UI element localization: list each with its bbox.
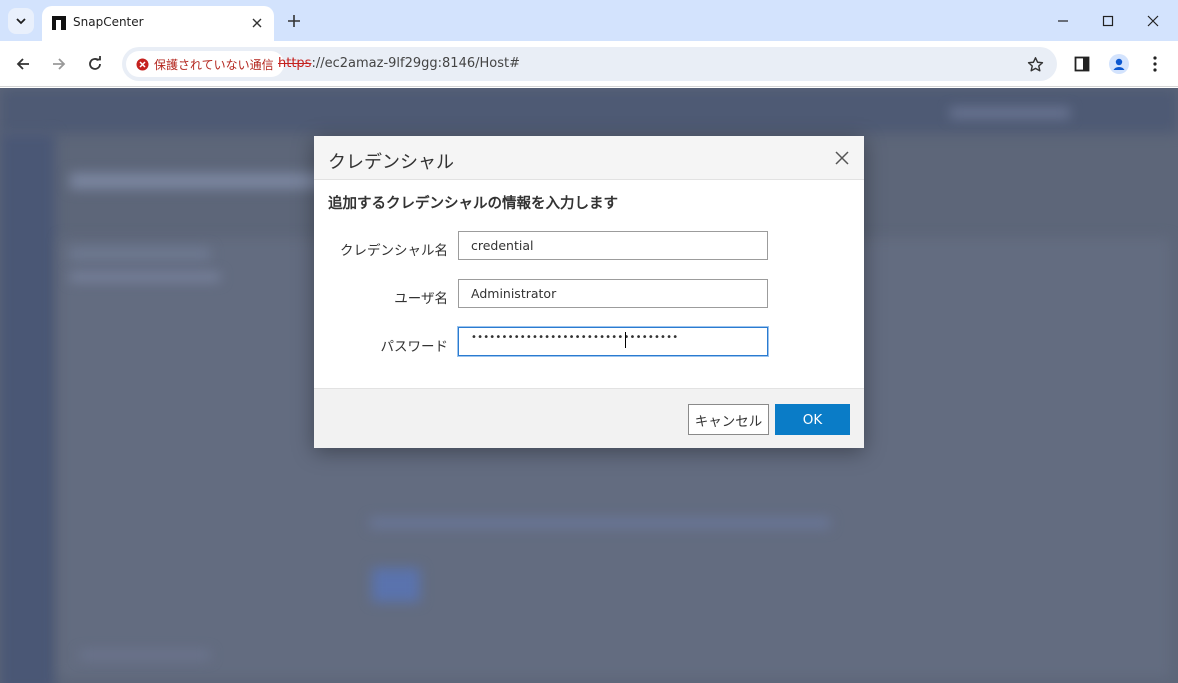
ok-button[interactable]: OK xyxy=(775,404,850,435)
back-button[interactable] xyxy=(9,50,37,78)
tab-close-button[interactable] xyxy=(248,14,266,32)
maximize-button[interactable] xyxy=(1085,0,1131,41)
new-tab-button[interactable] xyxy=(282,9,306,33)
blurred-button xyxy=(372,568,420,602)
dialog-title: クレデンシャル xyxy=(328,152,454,173)
chevron-down-icon xyxy=(16,18,26,25)
browser-toolbar: 保護されていない通信 https://ec2amaz-9lf29gg:8146/… xyxy=(0,41,1178,87)
tab-search-button[interactable] xyxy=(8,8,34,34)
bookmark-button[interactable] xyxy=(1025,54,1045,74)
address-bar[interactable]: 保護されていない通信 https://ec2amaz-9lf29gg:8146/… xyxy=(122,47,1057,81)
blurred-text xyxy=(80,651,210,659)
password-label: パスワード xyxy=(380,339,449,355)
dialog-header: クレデンシャル xyxy=(314,136,864,180)
browser-menu-button[interactable] xyxy=(1143,52,1167,76)
security-label: 保護されていない通信 xyxy=(154,57,274,72)
close-icon xyxy=(252,18,262,28)
url-text: https://ec2amaz-9lf29gg:8146/Host# xyxy=(278,56,520,71)
url-scheme: https xyxy=(278,56,312,71)
tab-strip: SnapCenter xyxy=(0,0,1178,41)
plus-icon xyxy=(288,15,300,27)
close-icon xyxy=(835,151,849,165)
dialog-subtitle: 追加するクレデンシャルの情報を入力します xyxy=(328,196,618,212)
minimize-button[interactable] xyxy=(1040,0,1086,41)
star-icon xyxy=(1027,56,1043,72)
profile-icon xyxy=(1109,54,1129,74)
maximize-icon xyxy=(1102,15,1114,26)
blurred-text xyxy=(370,518,830,528)
dialog-footer: キャンセル OK xyxy=(314,388,864,448)
warning-icon xyxy=(136,58,149,70)
forward-arrow-icon xyxy=(53,58,66,70)
username-input[interactable] xyxy=(458,279,768,308)
browser-tab[interactable]: SnapCenter xyxy=(42,6,274,41)
security-indicator[interactable]: 保護されていない通信 xyxy=(126,51,284,77)
close-window-button[interactable] xyxy=(1130,0,1176,41)
credential-dialog: クレデンシャル 追加するクレデンシャルの情報を入力します クレデンシャル名 ユー… xyxy=(314,136,864,448)
netapp-favicon-icon xyxy=(52,16,66,30)
forward-button[interactable] xyxy=(45,50,73,78)
reload-icon xyxy=(89,56,101,70)
password-mask: •••••••••••••••••••••••••••••••••• xyxy=(471,332,679,343)
username-label: ユーザ名 xyxy=(394,291,448,307)
credential-name-input[interactable] xyxy=(458,231,768,260)
blurred-header-text xyxy=(950,108,1070,118)
minimize-icon xyxy=(1058,19,1068,22)
profile-button[interactable] xyxy=(1107,52,1131,76)
dialog-close-button[interactable] xyxy=(834,150,850,166)
credential-name-label: クレデンシャル名 xyxy=(340,243,448,259)
menu-dots-icon xyxy=(1153,56,1157,72)
url-rest: ://ec2amaz-9lf29gg:8146/Host# xyxy=(311,56,520,71)
side-panel-button[interactable] xyxy=(1070,52,1094,76)
blurred-text xyxy=(70,248,210,260)
blurred-title xyxy=(70,173,340,189)
back-arrow-icon xyxy=(16,58,29,70)
side-panel-icon xyxy=(1074,56,1090,72)
cancel-button[interactable]: キャンセル xyxy=(688,404,769,435)
tab-title: SnapCenter xyxy=(73,15,144,29)
blurred-sidebar xyxy=(0,133,55,683)
close-window-icon xyxy=(1147,15,1159,26)
text-caret xyxy=(625,332,626,348)
reload-button[interactable] xyxy=(81,50,109,78)
blurred-text xyxy=(70,273,220,281)
